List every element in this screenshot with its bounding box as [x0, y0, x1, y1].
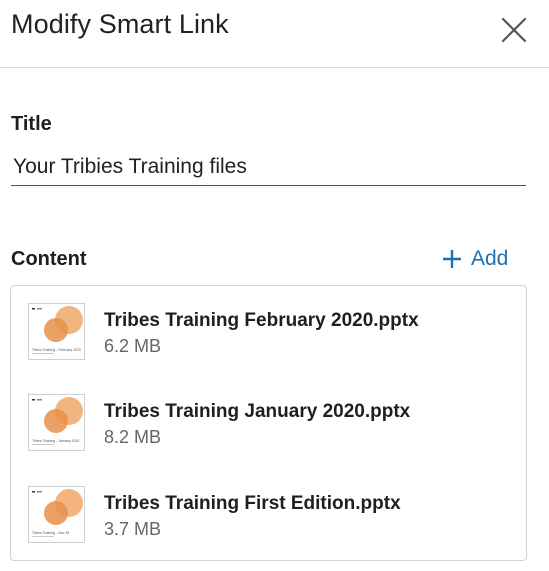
file-thumbnail: Tribes Training - Nov 19	[28, 486, 85, 543]
close-button[interactable]	[498, 14, 530, 46]
file-item[interactable]: Tribes Training - January 2020 Tribes Tr…	[28, 394, 508, 454]
plus-icon	[443, 250, 461, 268]
file-size: 8.2 MB	[104, 427, 162, 447]
file-size: 3.7 MB	[104, 519, 162, 539]
dialog-title: Modify Smart Link	[11, 9, 229, 39]
thumbnail-caption: Tribes Training - Nov 19	[32, 531, 69, 535]
close-icon	[501, 17, 527, 43]
file-size: 6.2 MB	[104, 336, 162, 356]
content-label: Content	[11, 248, 87, 270]
title-input[interactable]	[11, 148, 526, 186]
dialog-header: Modify Smart Link	[0, 0, 549, 68]
title-label: Title	[11, 113, 52, 135]
thumbnail-caption: Tribes Training - January 2020	[32, 439, 79, 443]
file-item[interactable]: Tribes Training - Nov 19 Tribes Training…	[28, 486, 508, 546]
file-name: Tribes Training January 2020.pptx	[104, 401, 411, 422]
file-name: Tribes Training February 2020.pptx	[104, 310, 419, 331]
add-label: Add	[471, 247, 509, 270]
content-list: Tribes Training - February 2020 Tribes T…	[10, 285, 527, 561]
file-thumbnail: Tribes Training - January 2020	[28, 394, 85, 451]
file-name: Tribes Training First Edition.pptx	[104, 493, 401, 514]
add-content-button[interactable]: Add	[442, 245, 508, 273]
file-item[interactable]: Tribes Training - February 2020 Tribes T…	[28, 303, 508, 363]
thumbnail-caption: Tribes Training - February 2020	[32, 348, 81, 352]
file-thumbnail: Tribes Training - February 2020	[28, 303, 85, 360]
